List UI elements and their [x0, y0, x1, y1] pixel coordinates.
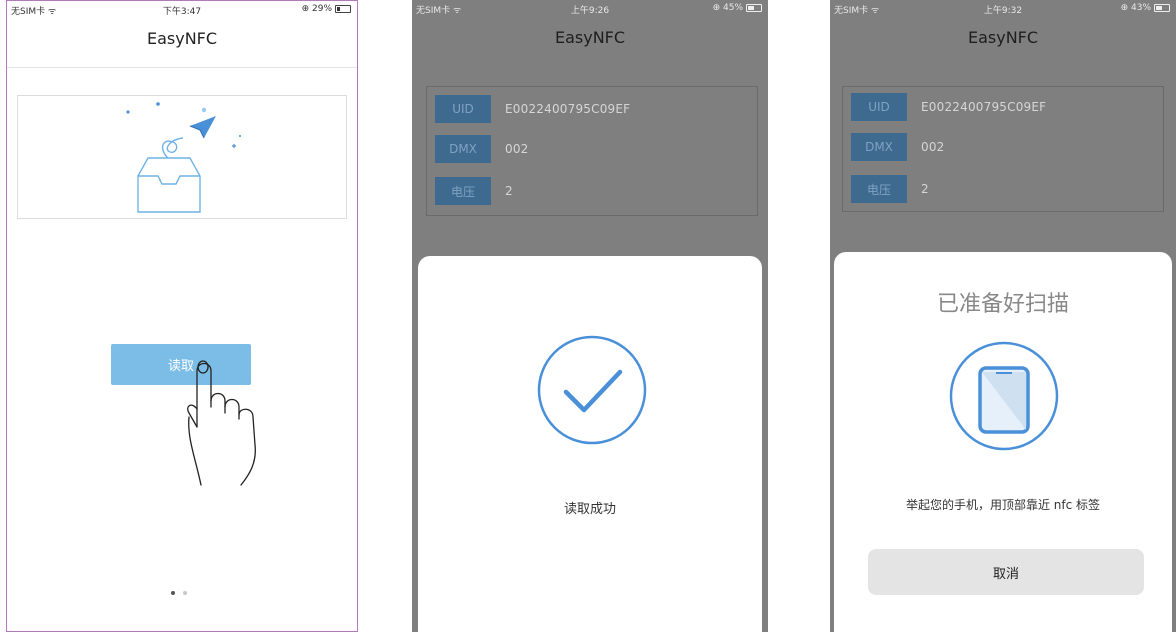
info-row-voltage: 电压 2	[435, 177, 513, 205]
info-label: UID	[435, 95, 491, 123]
screen-read-success: 无SIM卡 ᯤ 上午9:26 ⊕ 45% EasyNFC UID E002240…	[412, 0, 768, 632]
info-value: 002	[505, 142, 529, 156]
illustration-card	[17, 95, 347, 219]
info-value: 2	[921, 182, 929, 196]
tag-info-panel: UID E0022400795C09EF DMX 002 电压 2	[426, 86, 758, 216]
info-value: E0022400795C09EF	[505, 102, 631, 116]
battery-indicator: ⊕ 45%	[713, 3, 762, 13]
info-label: 电压	[435, 177, 491, 205]
ready-to-scan-title: 已准备好扫描	[936, 292, 1069, 317]
info-row-voltage: 电压 2	[851, 175, 929, 203]
hand-pointer-icon	[187, 360, 256, 486]
nfc-scan-sheet: 已准备好扫描 举起您的手机，用顶部靠近 nfc 标签 取消	[834, 252, 1172, 632]
scan-result-sheet: 读取成功	[418, 256, 762, 632]
scan-hint-text: 举起您的手机，用顶部靠近 nfc 标签	[905, 498, 1101, 512]
info-row-uid: UID E0022400795C09EF	[435, 95, 630, 123]
tag-info-panel: UID E0022400795C09EF DMX 002 电压 2	[842, 86, 1164, 212]
status-bar: 无SIM卡 ᯤ 下午3:47 ⊕ 29%	[7, 1, 357, 19]
battery-label: ⊕ 29%	[301, 4, 332, 14]
battery-icon	[1154, 4, 1170, 12]
paper-plane-inbox-icon	[126, 102, 241, 213]
battery-icon	[746, 4, 762, 12]
page-indicator[interactable]	[171, 591, 187, 595]
info-value: 2	[505, 184, 513, 198]
battery-indicator: ⊕ 43%	[1121, 3, 1170, 13]
info-label: DMX	[435, 135, 491, 163]
info-label: 电压	[851, 175, 907, 203]
page-dot-1[interactable]	[171, 591, 175, 595]
read-success-text: 读取成功	[563, 502, 616, 517]
status-bar: 无SIM卡 ᯤ 上午9:26 ⊕ 45%	[412, 0, 768, 18]
status-bar: 无SIM卡 ᯤ 上午9:32 ⊕ 43%	[830, 0, 1176, 18]
info-label: DMX	[851, 133, 907, 161]
cancel-button[interactable]: 取消	[868, 549, 1144, 595]
battery-label: ⊕ 43%	[1120, 3, 1151, 13]
check-circle-icon	[537, 335, 647, 445]
screen-home: 无SIM卡 ᯤ 下午3:47 ⊕ 29% EasyNFC 读取	[6, 0, 358, 632]
screen-ready-to-scan: 无SIM卡 ᯤ 上午9:32 ⊕ 43% EasyNFC UID E002240…	[830, 0, 1176, 632]
battery-icon	[335, 5, 351, 13]
info-row-uid: UID E0022400795C09EF	[851, 93, 1046, 121]
nav-title: EasyNFC	[146, 29, 218, 48]
page-dot-2[interactable]	[183, 591, 187, 595]
battery-indicator: ⊕ 29%	[302, 4, 351, 14]
info-value: 002	[921, 140, 945, 154]
info-row-dmx: DMX 002	[435, 135, 529, 163]
nav-title: EasyNFC	[554, 28, 626, 47]
phone-scan-icon	[949, 341, 1059, 451]
info-row-dmx: DMX 002	[851, 133, 945, 161]
battery-label: ⊕ 45%	[712, 3, 743, 13]
nav-title: EasyNFC	[967, 28, 1039, 47]
info-value: E0022400795C09EF	[921, 100, 1047, 114]
info-label: UID	[851, 93, 907, 121]
nav-divider	[7, 67, 357, 68]
